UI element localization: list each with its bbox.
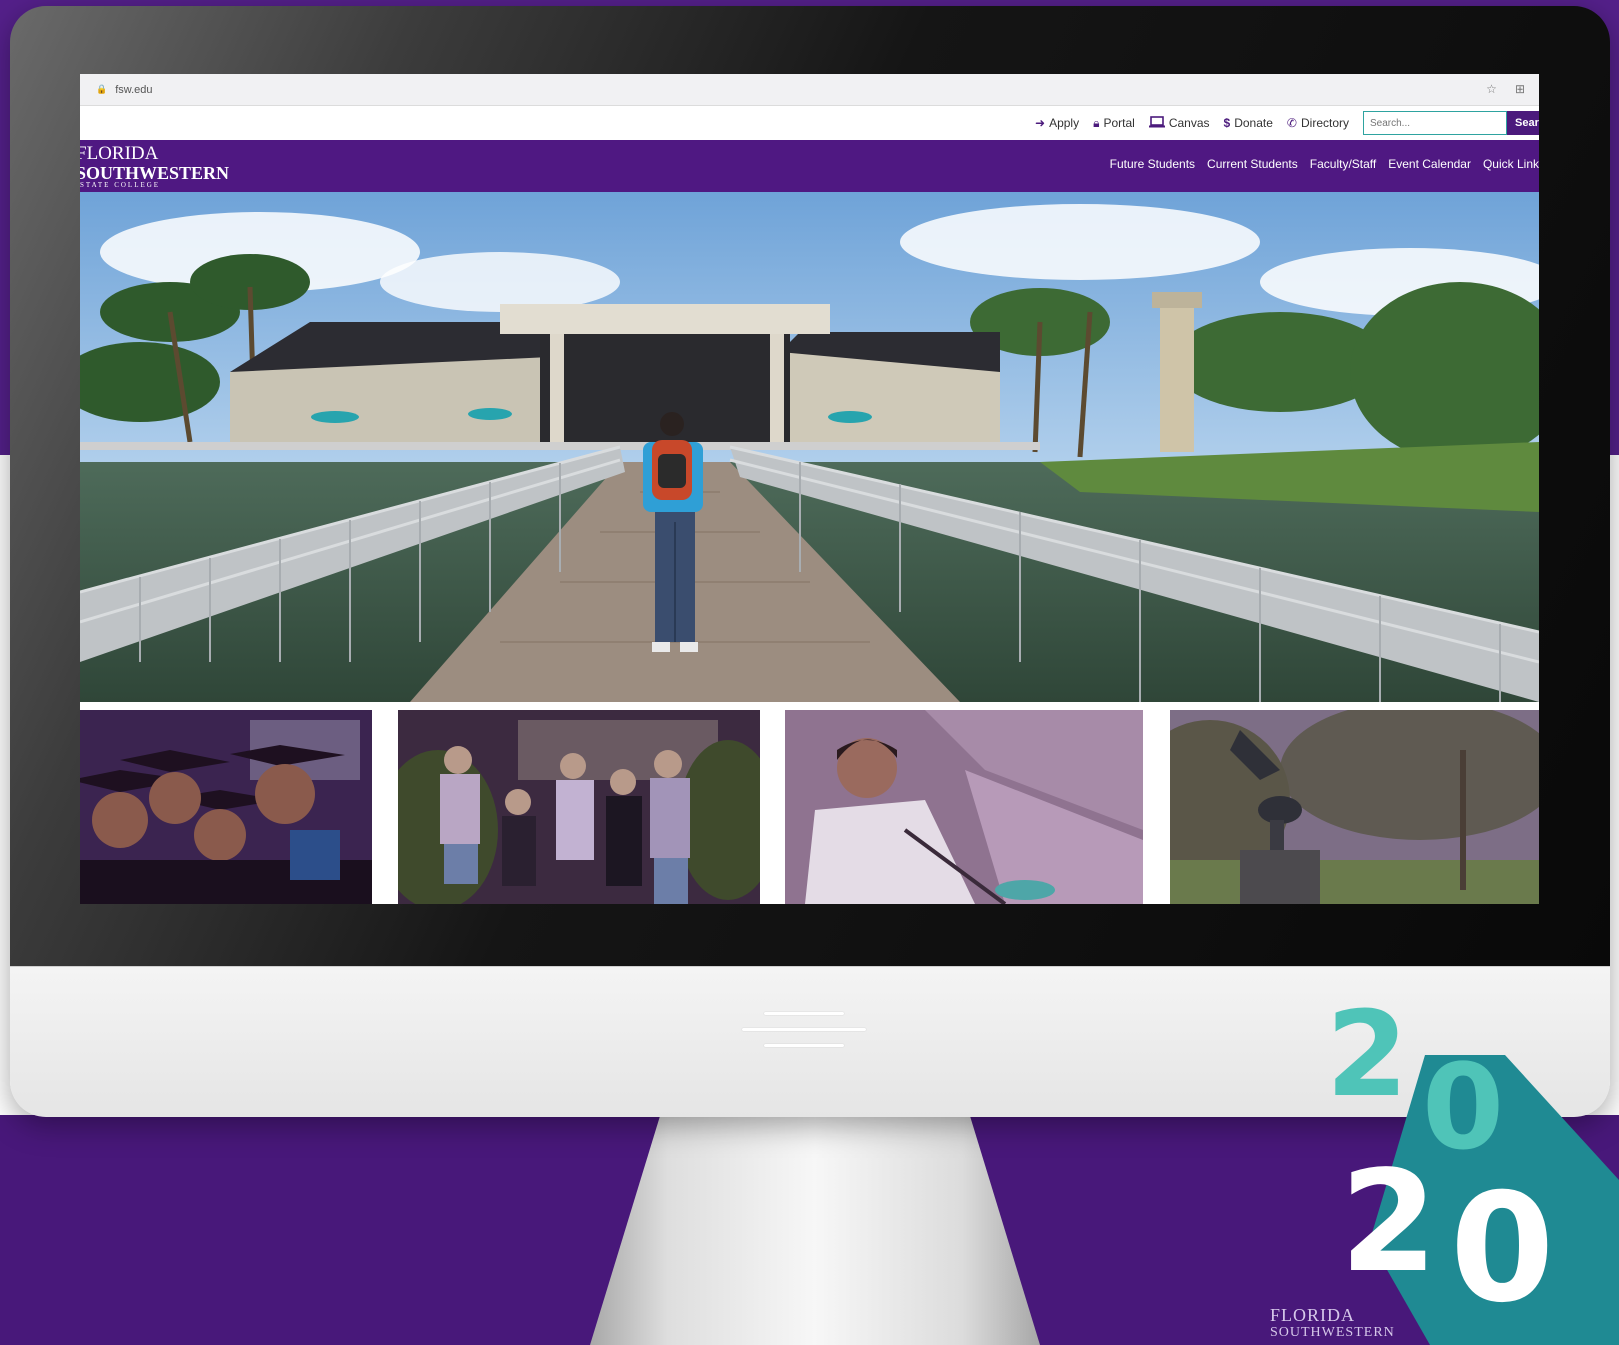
- portal-label: Portal: [1103, 116, 1135, 130]
- apply-link[interactable]: ➜ Apply: [1035, 116, 1079, 130]
- logo-line-2: SOUTHWESTERN: [80, 163, 230, 183]
- badge-digit-4: 0: [1450, 1162, 1554, 1336]
- nav-faculty-staff[interactable]: Faculty/Staff: [1310, 157, 1376, 171]
- phone-icon: ✆: [1286, 116, 1297, 130]
- eagle-statue-tile[interactable]: [1170, 710, 1539, 904]
- anniversary-2020-badge: 2 0 2 0: [1326, 985, 1619, 1345]
- nav-quick-links[interactable]: Quick Links: [1483, 157, 1539, 171]
- badge-brand-line-2: SOUTHWESTERN: [1270, 1325, 1395, 1340]
- url-text[interactable]: fsw.edu: [115, 84, 152, 96]
- search-input[interactable]: [1363, 111, 1507, 135]
- donate-label: Donate: [1234, 116, 1273, 130]
- logo-line-1: FLORIDA: [80, 143, 159, 164]
- extension-icon[interactable]: ⊞: [1515, 82, 1525, 96]
- search-button[interactable]: Search: [1507, 111, 1539, 135]
- main-nav-items: Future Students Current Students Faculty…: [1110, 157, 1539, 171]
- donate-link[interactable]: $ Donate: [1224, 116, 1273, 130]
- utility-nav: ➜ Apply 🔒︎ Portal Canvas $ Donate ✆ Dire…: [80, 106, 1539, 140]
- dollar-icon: $: [1223, 116, 1231, 130]
- college-logo[interactable]: FLORIDA SOUTHWESTERN STATE COLLEGE: [80, 143, 229, 190]
- nav-future-students[interactable]: Future Students: [1110, 157, 1195, 171]
- badge-digit-1: 2: [1330, 1000, 1408, 1123]
- badge-brand: FLORIDA SOUTHWESTERN: [1270, 1306, 1395, 1342]
- directory-label: Directory: [1300, 116, 1349, 130]
- laptop-icon: [1148, 115, 1165, 131]
- main-nav: FLORIDA SOUTHWESTERN STATE COLLEGE Futur…: [80, 140, 1539, 192]
- badge-brand-line-1: FLORIDA: [1270, 1305, 1356, 1325]
- monitor-logo-icon: [742, 1012, 866, 1048]
- bookmark-star-icon[interactable]: ☆: [1486, 82, 1497, 96]
- science-student-tile[interactable]: [785, 710, 1143, 904]
- browser-screen: 🔒 fsw.edu ☆ ⊞ ➜ Apply 🔒︎ Portal Canvas $…: [80, 74, 1539, 904]
- canvas-link[interactable]: Canvas: [1148, 115, 1210, 131]
- nav-current-students[interactable]: Current Students: [1207, 157, 1298, 171]
- directory-link[interactable]: ✆ Directory: [1287, 116, 1349, 130]
- portal-link[interactable]: 🔒︎ Portal: [1093, 116, 1135, 131]
- logo-line-3: STATE COLLEGE: [80, 181, 161, 189]
- feature-tiles: [80, 710, 1539, 904]
- apply-label: Apply: [1049, 116, 1080, 130]
- hero-image: [80, 192, 1539, 702]
- lock-icon: 🔒︎: [1093, 115, 1100, 130]
- nav-event-calendar[interactable]: Event Calendar: [1388, 157, 1471, 171]
- address-bar[interactable]: 🔒 fsw.edu ☆ ⊞: [80, 74, 1539, 106]
- badge-digit-3: 2: [1340, 1141, 1437, 1304]
- students-walking-tile[interactable]: [398, 710, 760, 904]
- lock-icon: 🔒: [96, 84, 108, 94]
- arrow-right-icon: ➜: [1035, 116, 1046, 130]
- canvas-label: Canvas: [1168, 116, 1210, 130]
- graduates-tile[interactable]: [80, 710, 372, 904]
